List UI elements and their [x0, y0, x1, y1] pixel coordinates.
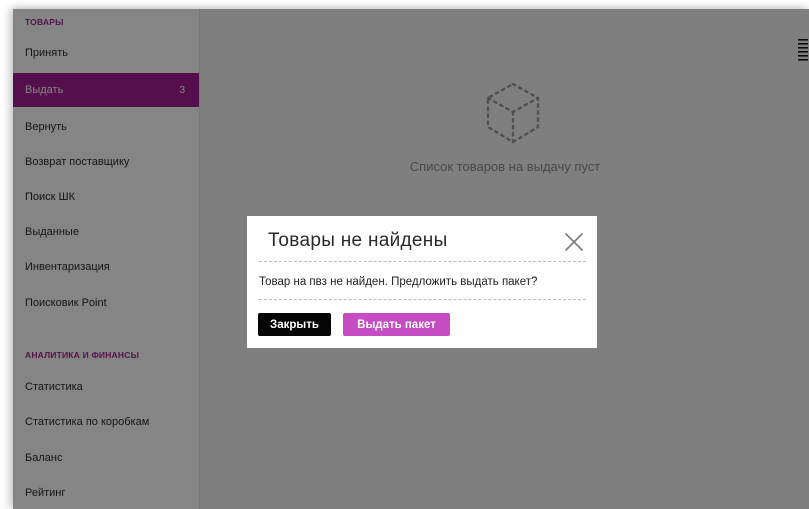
issue-package-button[interactable]: Выдать пакет: [343, 313, 450, 336]
app-window: ТОВАРЫ Принять Выдать 3 Вернуть Возврат …: [13, 9, 809, 509]
dialog-title: Товары не найдены: [268, 230, 448, 251]
dialog-divider: [259, 299, 586, 300]
dialog-divider: [259, 261, 586, 262]
close-icon[interactable]: [564, 232, 584, 252]
close-button[interactable]: Закрыть: [258, 313, 331, 336]
not-found-dialog: Товары не найдены Товар на пвз не найден…: [247, 216, 597, 348]
dialog-message: Товар на пвз не найден. Предложить выдат…: [259, 276, 538, 288]
